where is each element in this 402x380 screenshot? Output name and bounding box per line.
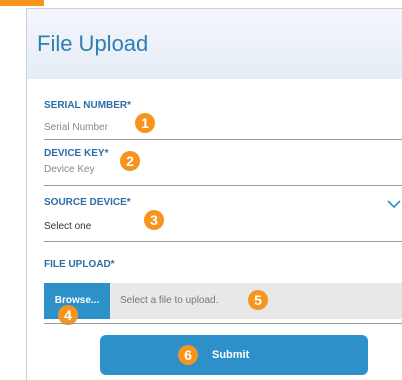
source-device-underline [44, 241, 402, 242]
device-key-underline [44, 185, 402, 186]
device-key-field[interactable]: Device Key [44, 164, 95, 175]
device-key-label: DEVICE KEY* [44, 148, 109, 159]
page-title: File Upload [37, 31, 149, 56]
submit-label: Submit [212, 349, 250, 361]
source-device-label: SOURCE DEVICE* [44, 197, 131, 208]
callout-badge-6: 6 [178, 345, 198, 365]
orange-corner-tab [0, 0, 44, 6]
callout-badge-2: 2 [120, 151, 140, 171]
file-upload-row: Browse... Select a file to upload. [44, 283, 402, 319]
serial-number-field[interactable]: Serial Number [44, 122, 108, 133]
callout-badge-1: 1 [135, 113, 155, 133]
serial-number-label: SERIAL NUMBER* [44, 100, 132, 111]
callout-badge-4: 4 [58, 305, 78, 325]
panel-header: File Upload [27, 9, 402, 79]
callout-badge-5: 5 [248, 290, 268, 310]
file-upload-underline [44, 323, 402, 324]
chevron-down-icon[interactable] [387, 199, 401, 209]
submit-button[interactable]: 6 Submit [100, 335, 368, 375]
file-upload-label: FILE UPLOAD* [44, 259, 115, 270]
file-upload-input[interactable]: Select a file to upload. [120, 283, 218, 319]
file-upload-panel: File Upload SERIAL NUMBER* Serial Number… [26, 8, 402, 380]
serial-number-underline [44, 139, 402, 140]
callout-badge-3: 3 [144, 210, 164, 230]
source-device-select[interactable]: Select one [44, 221, 91, 232]
